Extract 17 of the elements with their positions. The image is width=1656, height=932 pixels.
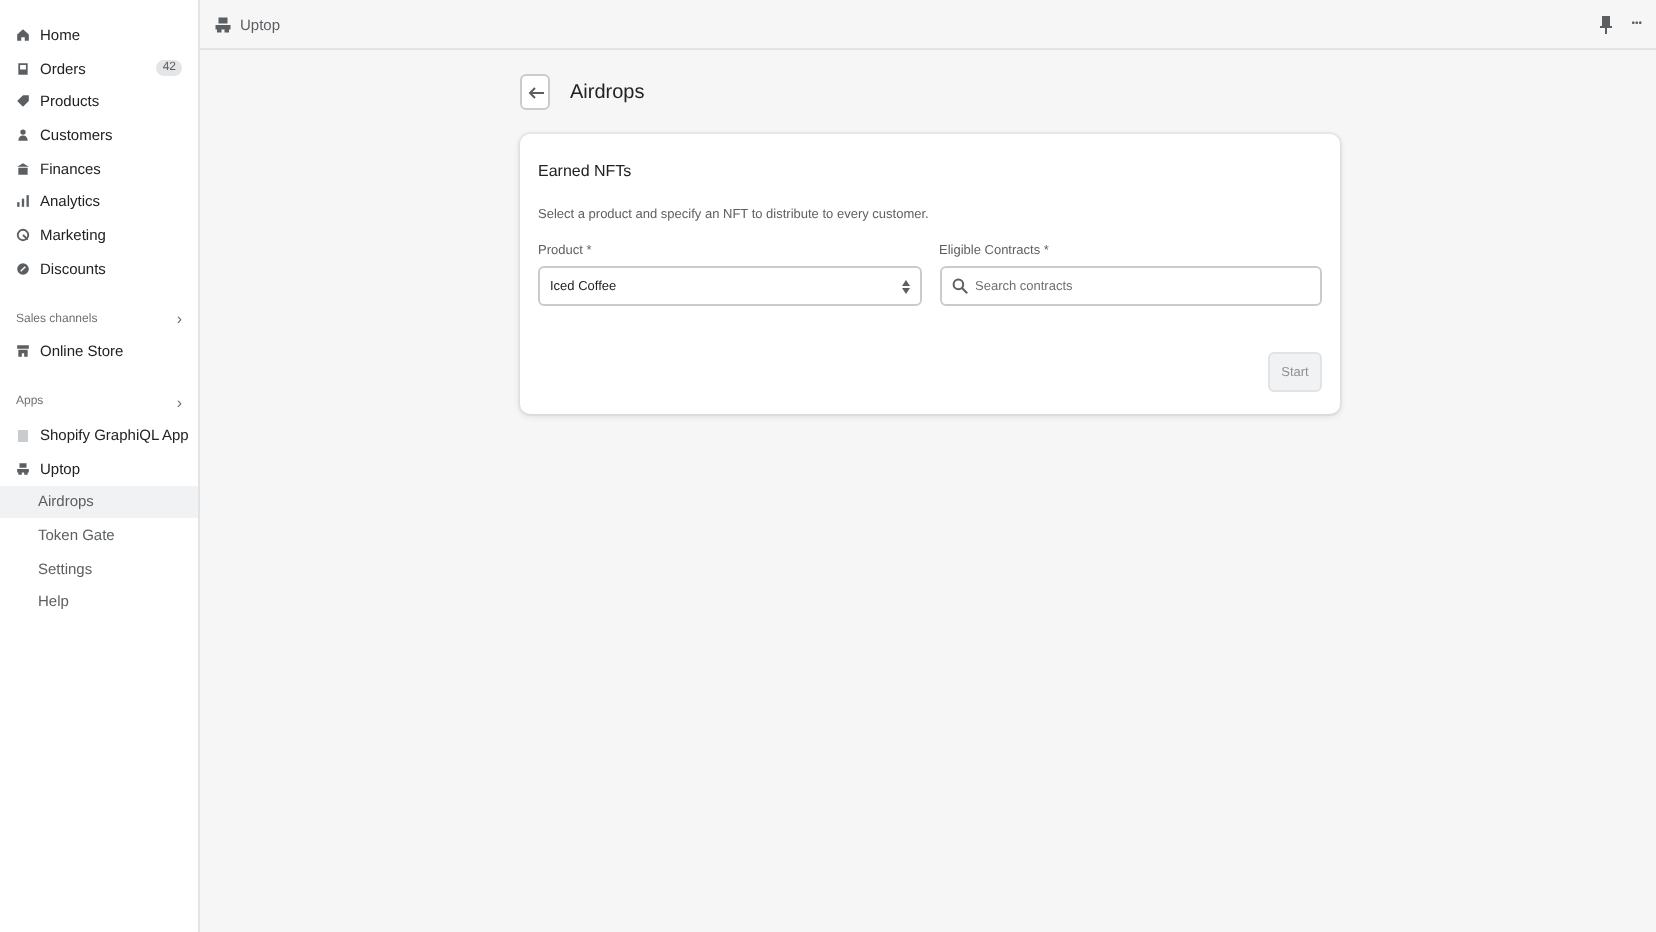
person-icon	[16, 127, 30, 142]
discount-icon	[16, 261, 30, 276]
back-button[interactable]	[520, 74, 550, 110]
pin-icon[interactable]	[1599, 15, 1612, 33]
search-icon	[951, 278, 967, 294]
arrow-left-icon	[527, 85, 543, 99]
chevron-icon[interactable]: ›	[176, 310, 182, 328]
store-icon	[16, 344, 30, 359]
chart-icon	[16, 194, 30, 209]
app-icon	[18, 429, 28, 442]
card-title: Earned NFTs	[538, 162, 634, 180]
page-title: Airdrops	[570, 81, 645, 103]
orders-icon	[16, 61, 30, 76]
home-icon	[16, 27, 30, 42]
updown-icon	[901, 279, 909, 293]
chevron-icon[interactable]: ›	[176, 393, 182, 412]
tag-icon	[16, 94, 30, 109]
